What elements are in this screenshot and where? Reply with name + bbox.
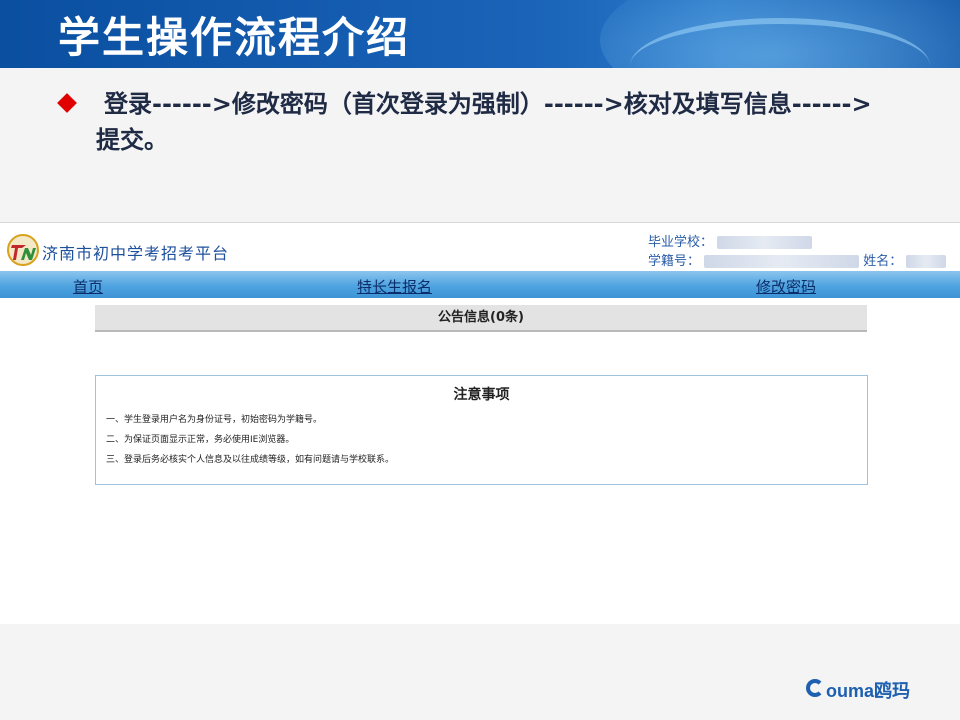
caution-title: 注意事项: [453, 387, 510, 403]
bullet-text: 登录------>修改密码（首次登录为强制）------>核对及填写信息----…: [96, 90, 872, 154]
student-id-value-redacted: [704, 255, 860, 268]
school-value-redacted: [717, 236, 813, 249]
notice-bar: 公告信息(0条): [95, 305, 867, 332]
slide-title: 学生操作流程介绍: [58, 13, 411, 62]
caution-item: 三、登录后务必核实个人信息及以往成绩等级，如有问题请与学校联系。: [106, 455, 395, 465]
bullet-point: 登录------>修改密码（首次登录为强制）------>核对及填写信息----…: [57, 86, 880, 158]
school-label: 毕业学校：: [648, 235, 714, 250]
bullet-diamond-icon: [57, 93, 77, 113]
name-value-redacted: [906, 255, 947, 268]
student-id-label: 学籍号：: [648, 254, 701, 269]
nav-talent-link[interactable]: 特长生报名: [357, 276, 432, 297]
nav-change-password-link[interactable]: 修改密码: [756, 276, 816, 297]
slide-header: 学生操作流程介绍: [0, 0, 960, 68]
student-info: 毕业学校： 学籍号： 姓名：: [648, 233, 947, 271]
caution-item: 二、为保证页面显示正常，务必使用IE浏览器。: [106, 435, 295, 445]
nav-home-link[interactable]: 首页: [73, 276, 103, 297]
caution-box: 注意事项 一、学生登录用户名为身份证号，初始密码为学籍号。 二、为保证页面显示正…: [95, 375, 868, 485]
nav-bar: 首页 特长生报名 修改密码: [0, 271, 960, 298]
name-label: 姓名：: [863, 254, 903, 269]
caution-item: 一、学生登录用户名为身份证号，初始密码为学籍号。: [106, 415, 323, 425]
ouma-logo-icon: [806, 679, 824, 697]
site-logo-icon: [7, 234, 39, 266]
web-screenshot: 济南市初中学考招考平台 毕业学校： 学籍号： 姓名： 首页 特长生报名 修改密码…: [0, 222, 960, 625]
site-header: 济南市初中学考招考平台 毕业学校： 学籍号： 姓名：: [0, 223, 960, 271]
ouma-brand-text: ouma鸥玛: [826, 681, 911, 701]
slide-footer: ouma鸥玛: [0, 624, 960, 720]
site-name: 济南市初中学考招考平台: [42, 244, 230, 263]
